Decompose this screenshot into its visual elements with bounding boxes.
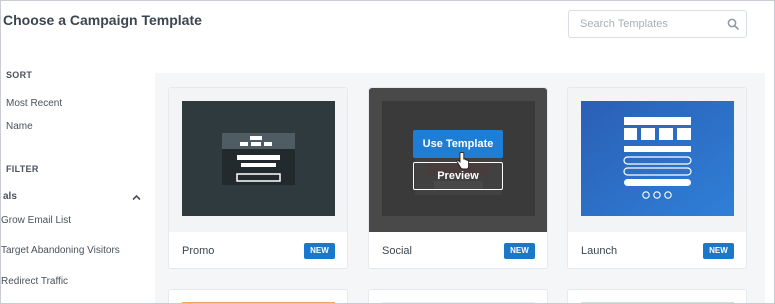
chevron-up-icon — [132, 194, 141, 201]
template-card-social[interactable]: Use Template Preview Social NEW — [368, 87, 548, 269]
new-badge: NEW — [504, 243, 535, 259]
search-icon[interactable] — [727, 18, 739, 30]
sort-name[interactable]: Name — [6, 121, 33, 132]
sort-heading: SORT — [6, 70, 33, 80]
filter-heading: FILTER — [6, 164, 39, 174]
template-card-partial[interactable] — [168, 289, 348, 303]
template-card-partial[interactable] — [368, 289, 548, 303]
template-thumbnail-frame — [169, 88, 347, 232]
filter-target-abandoning-visitors[interactable]: Target Abandoning Visitors — [1, 245, 120, 256]
template-thumbnail-frame — [568, 88, 746, 232]
search-box — [568, 10, 747, 38]
template-chooser: Choose a Campaign Template SORT Most Rec… — [0, 0, 775, 304]
use-template-button[interactable]: Use Template — [413, 130, 503, 158]
new-badge: NEW — [304, 243, 335, 259]
template-name: Promo — [182, 245, 215, 257]
template-name: Launch — [581, 245, 618, 257]
new-badge: NEW — [703, 243, 734, 259]
launch-thumbnail — [581, 101, 734, 216]
filter-group-toggle[interactable]: als — [3, 191, 143, 205]
template-card-launch[interactable]: Launch NEW — [567, 87, 747, 269]
filter-grow-email-list[interactable]: Grow Email List — [1, 215, 71, 226]
preview-button[interactable]: Preview — [413, 162, 503, 190]
filter-redirect-traffic[interactable]: Redirect Traffic — [1, 276, 68, 287]
sort-most-recent[interactable]: Most Recent — [6, 98, 62, 109]
template-card-promo[interactable]: Promo NEW — [168, 87, 348, 269]
search-input[interactable] — [569, 11, 719, 37]
promo-thumbnail — [182, 101, 335, 216]
template-card-partial[interactable] — [567, 289, 747, 303]
page-title: Choose a Campaign Template — [3, 12, 202, 28]
filter-group-label: als — [3, 191, 17, 202]
template-name: Social — [382, 245, 412, 257]
hover-overlay — [369, 88, 547, 232]
